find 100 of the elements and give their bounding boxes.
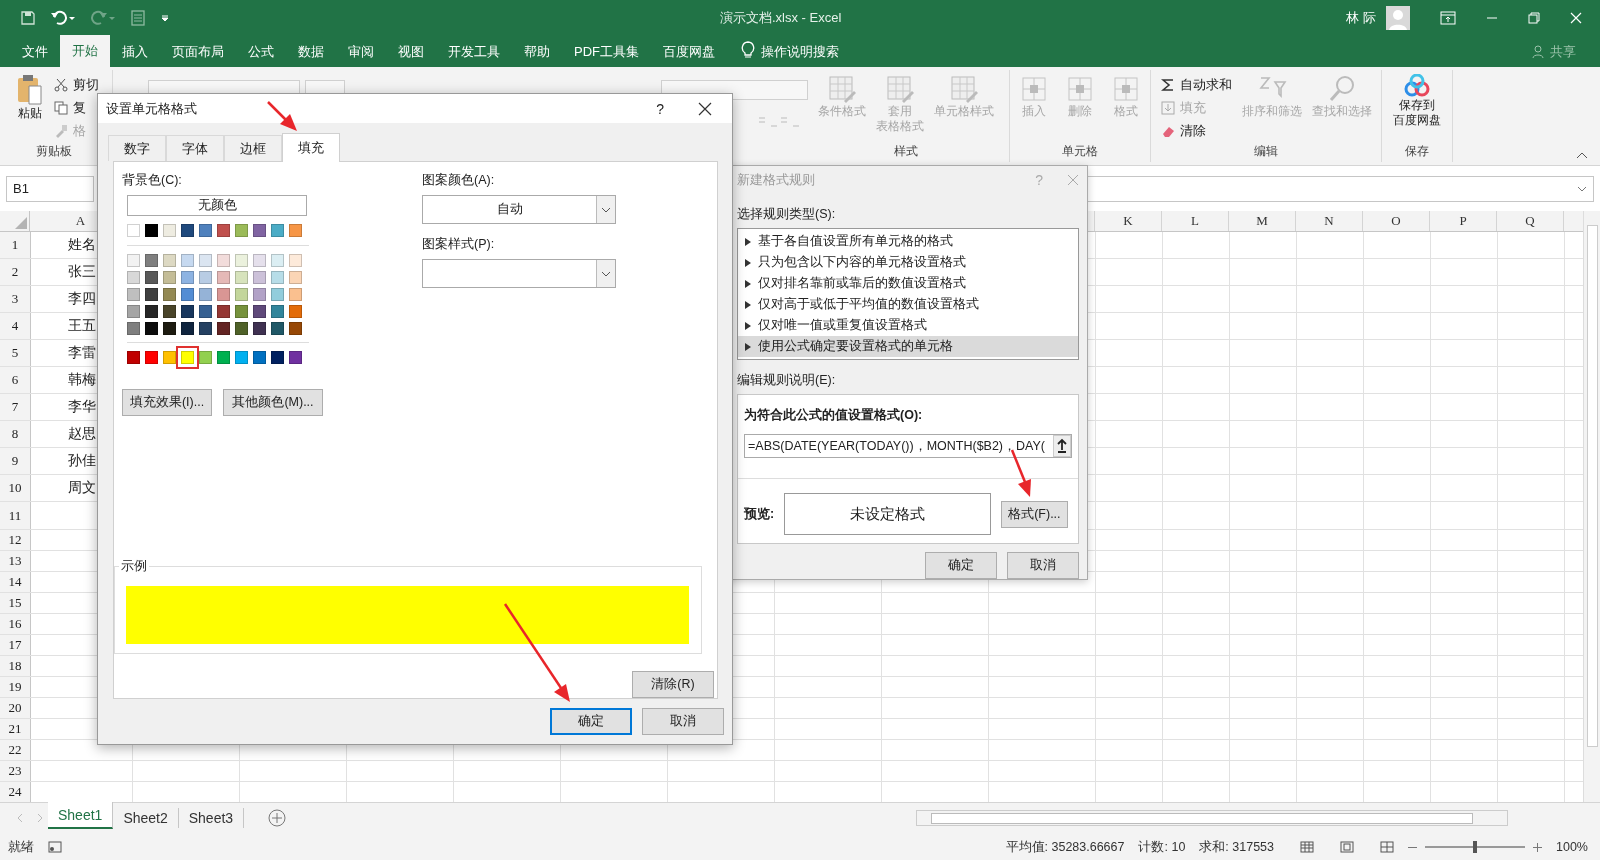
restore-icon[interactable] xyxy=(1528,11,1540,24)
row-header[interactable]: 17 xyxy=(0,635,31,655)
page-layout-icon[interactable] xyxy=(1340,841,1354,853)
sheet-tab[interactable]: Sheet2 xyxy=(113,807,179,828)
copy-button[interactable]: 复 xyxy=(50,97,103,119)
color-swatch[interactable] xyxy=(271,305,284,318)
color-swatch[interactable] xyxy=(163,288,176,301)
color-swatch[interactable] xyxy=(289,254,302,267)
select-all-icon[interactable] xyxy=(15,217,27,229)
color-swatch[interactable] xyxy=(127,271,140,284)
color-swatch[interactable] xyxy=(217,322,230,335)
color-swatch[interactable] xyxy=(217,254,230,267)
ribbon-tab[interactable]: 页面布局 xyxy=(160,37,236,67)
editing-button[interactable]: 清除 xyxy=(1156,120,1236,142)
row-header[interactable]: 14 xyxy=(0,572,31,592)
sheet-tab[interactable]: Sheet1 xyxy=(48,802,114,829)
collapse-dialog-icon[interactable] xyxy=(1053,435,1071,457)
color-swatch[interactable] xyxy=(163,224,176,237)
ok-button[interactable]: 确定 xyxy=(925,552,997,579)
ok-button[interactable]: 确定 xyxy=(550,708,632,735)
row-header[interactable]: 22 xyxy=(0,740,31,760)
dialog-tab[interactable]: 边框 xyxy=(224,135,282,161)
color-swatch[interactable] xyxy=(199,305,212,318)
rule-type-item[interactable]: 仅对唯一值或重复值设置格式 xyxy=(738,315,1078,336)
redo-icon[interactable] xyxy=(90,9,116,26)
color-swatch[interactable] xyxy=(163,305,176,318)
color-swatch[interactable] xyxy=(253,271,266,284)
color-swatch[interactable] xyxy=(181,305,194,318)
cut-button[interactable]: 剪切 xyxy=(50,74,103,96)
color-swatch[interactable] xyxy=(217,271,230,284)
column-header[interactable]: P xyxy=(1430,211,1497,231)
row-header[interactable]: 21 xyxy=(0,719,31,739)
ribbon-tab[interactable]: 审阅 xyxy=(336,37,386,67)
color-swatch[interactable] xyxy=(181,288,194,301)
color-swatch[interactable] xyxy=(145,271,158,284)
rule-type-item[interactable]: 仅对排名靠前或靠后的数值设置格式 xyxy=(738,273,1078,294)
ribbon-tab[interactable]: 开始 xyxy=(60,35,110,67)
row-header[interactable]: 10 xyxy=(0,475,31,501)
no-color-button[interactable]: 无颜色 xyxy=(127,195,307,216)
row-header[interactable]: 20 xyxy=(0,698,31,718)
vertical-scrollbar[interactable] xyxy=(1583,211,1600,802)
row-header[interactable]: 12 xyxy=(0,530,31,550)
color-swatch[interactable] xyxy=(145,351,158,364)
dialog-tab[interactable]: 数字 xyxy=(108,135,166,161)
color-swatch[interactable] xyxy=(163,271,176,284)
row-header[interactable]: 19 xyxy=(0,677,31,697)
color-swatch[interactable] xyxy=(145,305,158,318)
paste-button[interactable]: 粘贴 xyxy=(12,72,48,123)
color-swatch[interactable] xyxy=(217,351,230,364)
color-swatch[interactable] xyxy=(127,322,140,335)
column-header[interactable]: N xyxy=(1296,211,1363,231)
color-swatch[interactable] xyxy=(289,322,302,335)
rule-type-item[interactable]: 基于各自值设置所有单元格的格式 xyxy=(738,231,1078,252)
add-sheet-icon[interactable] xyxy=(268,808,287,827)
horizontal-scrollbar[interactable] xyxy=(916,809,1509,826)
sheet-tab[interactable]: Sheet3 xyxy=(178,807,245,828)
color-swatch[interactable] xyxy=(181,322,194,335)
color-swatch[interactable] xyxy=(127,351,140,364)
color-swatch[interactable] xyxy=(127,254,140,267)
color-swatch[interactable] xyxy=(289,305,302,318)
color-swatch[interactable] xyxy=(199,351,212,364)
row-header[interactable]: 23 xyxy=(0,761,31,781)
row-header[interactable]: 18 xyxy=(0,656,31,676)
color-swatch[interactable] xyxy=(253,224,266,237)
color-swatch[interactable] xyxy=(253,305,266,318)
dialog-tab[interactable]: 字体 xyxy=(166,135,224,161)
pattern-style-dropdown[interactable] xyxy=(422,259,616,288)
ribbon-tab[interactable]: 插入 xyxy=(110,37,160,67)
color-swatch[interactable] xyxy=(163,322,176,335)
ribbon-tab[interactable]: 百度网盘 xyxy=(651,37,727,67)
ribbon-tab[interactable]: PDF工具集 xyxy=(562,37,651,67)
ribbon-tab[interactable]: 视图 xyxy=(386,37,436,67)
color-swatch[interactable] xyxy=(235,322,248,335)
calculator-icon[interactable] xyxy=(130,9,146,26)
color-swatch[interactable] xyxy=(253,322,266,335)
color-swatch[interactable] xyxy=(271,351,284,364)
ribbon-tab[interactable]: 数据 xyxy=(286,37,336,67)
color-swatch[interactable] xyxy=(199,224,212,237)
clear-button[interactable]: 清除(R) xyxy=(632,671,714,698)
dialog-tab[interactable]: 填充 xyxy=(282,133,340,162)
row-header[interactable]: 15 xyxy=(0,593,31,613)
help-button[interactable]: ? xyxy=(656,100,664,117)
rule-type-item[interactable]: 仅对高于或低于平均值的数值设置格式 xyxy=(738,294,1078,315)
row-header[interactable]: 1 xyxy=(0,232,31,258)
color-swatch[interactable] xyxy=(235,271,248,284)
column-header[interactable]: Q xyxy=(1497,211,1564,231)
row-header[interactable]: 2 xyxy=(0,259,31,285)
ribbon-display-icon[interactable] xyxy=(1440,10,1456,25)
row-header[interactable]: 3 xyxy=(0,286,31,312)
ribbon-tab[interactable]: 文件 xyxy=(10,37,60,67)
ribbon-tab[interactable]: 开发工具 xyxy=(436,37,512,67)
more-colors-button[interactable]: 其他颜色(M)... xyxy=(223,389,323,416)
row-header[interactable]: 8 xyxy=(0,421,31,447)
color-swatch[interactable] xyxy=(271,288,284,301)
row-header[interactable]: 7 xyxy=(0,394,31,420)
row-header[interactable]: 5 xyxy=(0,340,31,366)
color-swatch[interactable] xyxy=(253,288,266,301)
customize-caret-icon[interactable] xyxy=(160,12,170,23)
color-swatch[interactable] xyxy=(199,271,212,284)
color-swatch[interactable] xyxy=(253,254,266,267)
